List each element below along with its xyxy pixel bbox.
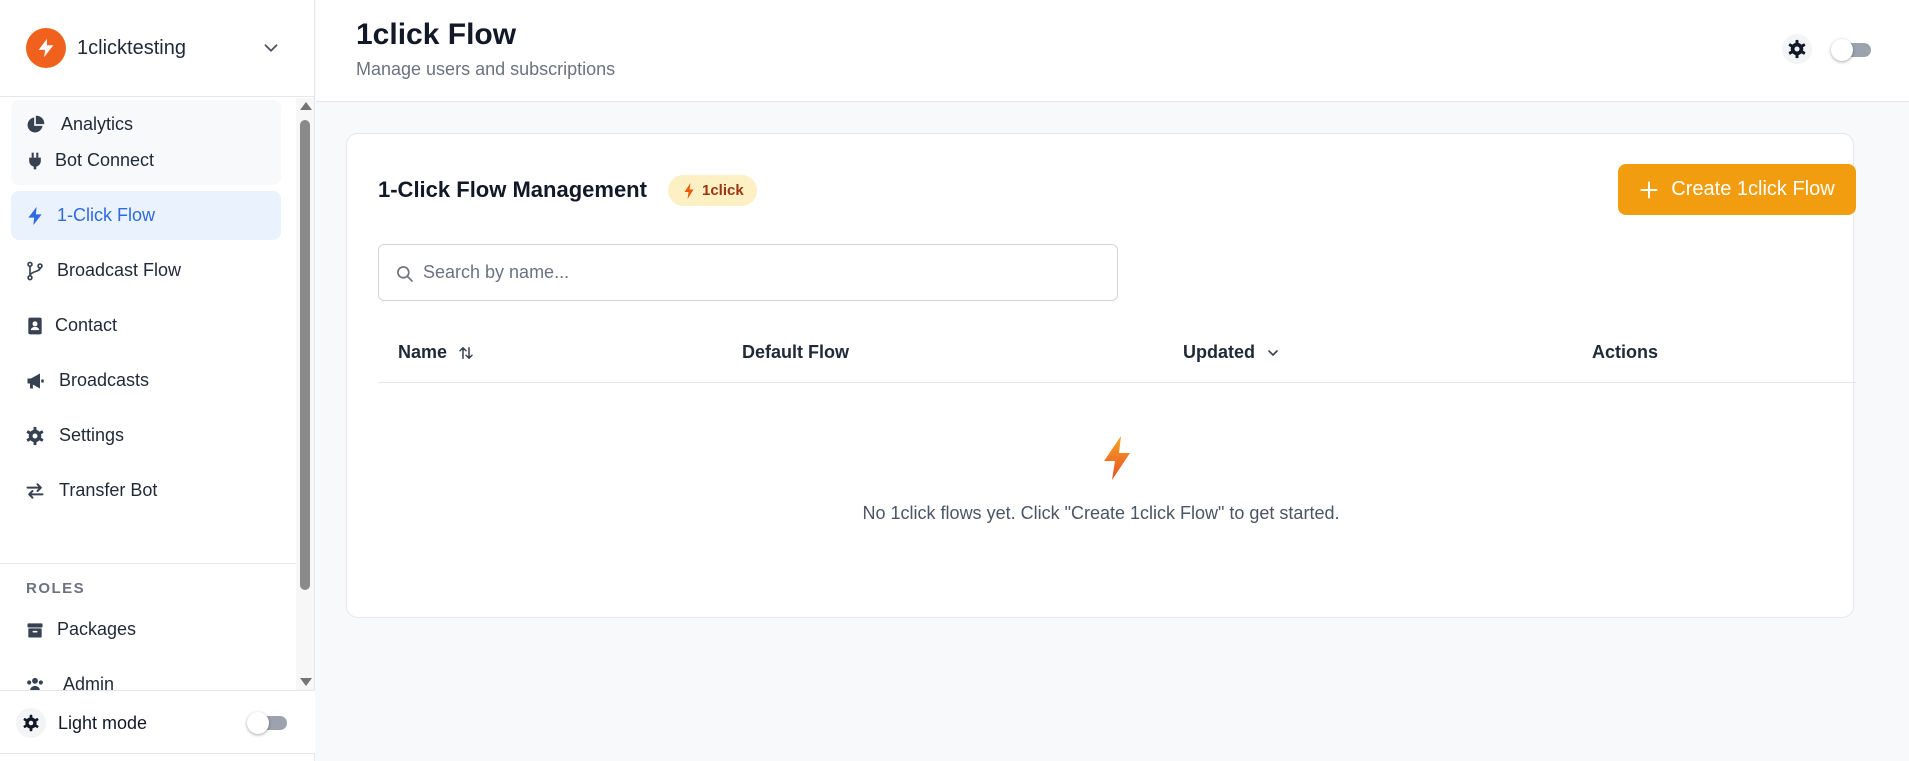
badge-label: 1click [702,182,744,199]
workspace-switcher[interactable]: 1clicktesting [0,0,314,97]
sidebar-item-label: Bot Connect [55,150,155,170]
nav-divider [0,563,296,564]
sidebar-item-label: 1-Click Flow [57,205,156,225]
sort-icon[interactable] [457,344,475,362]
sidebar-item-settings[interactable]: Settings [11,411,281,460]
chevron-down-icon[interactable] [1265,345,1281,361]
table-header: Name Default Flow Updated Actions [378,320,1856,383]
sidebar-item-transfer-bot[interactable]: Transfer Bot [11,466,281,515]
create-1click-flow-button[interactable]: Create 1click Flow [1618,164,1856,215]
light-mode-label: Light mode [58,713,148,733]
lightning-icon [684,182,694,199]
flow-management-card: 1-Click Flow Management 1click Create 1c… [346,133,1856,618]
megaphone-icon [27,373,44,389]
search-input[interactable] [423,245,1103,300]
lightning-icon [28,206,42,226]
column-header-name[interactable]: Name [398,342,475,363]
sidebar-item-broadcasts[interactable]: Broadcasts [11,356,281,405]
sidebar: 1clicktesting Analytics Bot Connect 1-Cl… [0,0,315,761]
settings-gear-button[interactable] [1782,34,1812,64]
lightning-icon [1104,436,1130,480]
card-title: 1-Click Flow Management [378,177,647,202]
toggle-knob [1831,39,1853,61]
gear-icon [26,426,44,446]
scrollbar-thumb[interactable] [300,120,310,590]
plug-icon [29,152,41,170]
empty-state-message: No 1click flows yet. Click "Create 1clic… [862,503,1340,523]
column-label: Default Flow [742,342,849,362]
contact-card-icon [28,317,42,335]
search-icon [397,266,413,282]
sidebar-item-label: Broadcasts [59,370,150,390]
sidebar-item-broadcast-flow[interactable]: Broadcast Flow [11,246,281,295]
light-mode-toggle[interactable] [247,712,287,734]
sidebar-item-label: Broadcast Flow [57,260,182,280]
create-button-label: Create 1click Flow [1671,178,1835,200]
plus-icon [1640,181,1658,198]
sidebar-item-bot-connect[interactable]: Bot Connect [11,136,281,185]
sidebar-item-label: Packages [57,619,137,639]
toggle-knob [247,712,269,734]
sidebar-item-label: Contact [55,315,118,335]
theme-footer: Light mode [0,690,315,754]
column-label: Name [398,342,448,362]
page-header: 1click Flow Manage users and subscriptio… [316,0,1909,102]
transfer-arrows-icon [26,483,44,499]
sidebar-item-1-click-flow[interactable]: 1-Click Flow [11,191,281,240]
search-box[interactable] [378,244,1118,301]
users-icon [27,677,43,690]
theme-toggle[interactable] [1831,39,1871,61]
workspace-logo-icon [26,28,66,68]
sidebar-item-contact[interactable]: Contact [11,301,281,350]
sidebar-item-packages[interactable]: Packages [11,605,281,654]
page-title: 1click Flow [356,18,517,51]
sidebar-item-label: Transfer Bot [59,480,158,500]
column-label: Actions [1592,342,1659,362]
page-subtitle: Manage users and subscriptions [356,59,616,79]
box-icon [27,623,43,638]
column-header-actions: Actions [1592,342,1658,363]
git-branch-icon [27,261,43,281]
sidebar-item-label: Admin [63,674,115,690]
chevron-down-icon[interactable] [260,37,282,59]
gear-icon [16,708,46,738]
column-header-updated[interactable]: Updated [1183,342,1281,363]
gear-icon [1788,39,1806,59]
column-label: Updated [1183,342,1255,362]
sidebar-scrollbar[interactable] [296,98,314,690]
workspace-name: 1clicktesting [77,36,186,59]
status-badge: 1click [668,175,757,206]
scroll-up-arrow-icon[interactable] [300,102,312,110]
sidebar-item-label: Analytics [61,114,134,134]
sidebar-nav: Analytics Bot Connect 1-Click Flow Broad… [0,98,296,690]
sidebar-item-admin[interactable]: Admin [11,660,281,690]
pie-chart-icon [27,115,45,133]
scroll-down-arrow-icon[interactable] [300,678,312,686]
sidebar-item-label: Settings [59,425,125,445]
column-header-default-flow: Default Flow [742,342,849,363]
roles-heading: ROLES [26,580,86,597]
